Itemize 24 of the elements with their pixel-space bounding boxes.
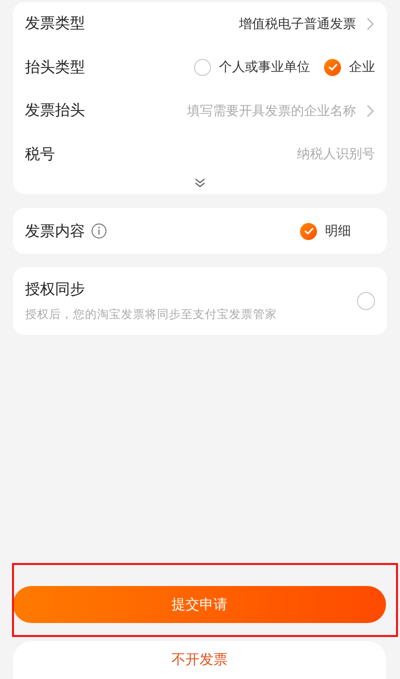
field-label: 抬头类型 [25,58,85,77]
sync-description: 授权后，您的淘宝发票将同步至支付宝发票管家 [25,307,278,322]
double-chevron-down-icon[interactable] [194,178,206,188]
no-invoice-button[interactable]: 不开发票 [13,641,386,679]
radio-button[interactable] [300,222,317,240]
radio-option[interactable]: 个人或事业单位 [194,58,310,76]
field-label: 发票类型 [25,14,85,34]
sync-checkbox[interactable] [357,292,375,310]
chevron-right-icon [366,104,375,118]
radio-button[interactable] [194,58,211,76]
radio-option[interactable]: 企业 [324,58,375,76]
select-field[interactable]: 增值税电子普通发票 [239,14,375,33]
input-field[interactable]: 纳税人识别号 [225,146,375,162]
radio-option[interactable]: 明细 [300,222,351,240]
field-label: 发票内容 [25,222,85,240]
radio-button[interactable] [324,58,341,76]
sync-title: 授权同步 [25,280,86,299]
check-icon [328,63,338,72]
field-label: 税号 [25,144,55,164]
chevron-right-icon [366,16,375,31]
field-value: 增值税电子普通发票 [239,16,356,33]
info-icon[interactable] [91,223,107,239]
check-icon [304,227,314,235]
field-label: 发票抬头 [25,101,85,120]
